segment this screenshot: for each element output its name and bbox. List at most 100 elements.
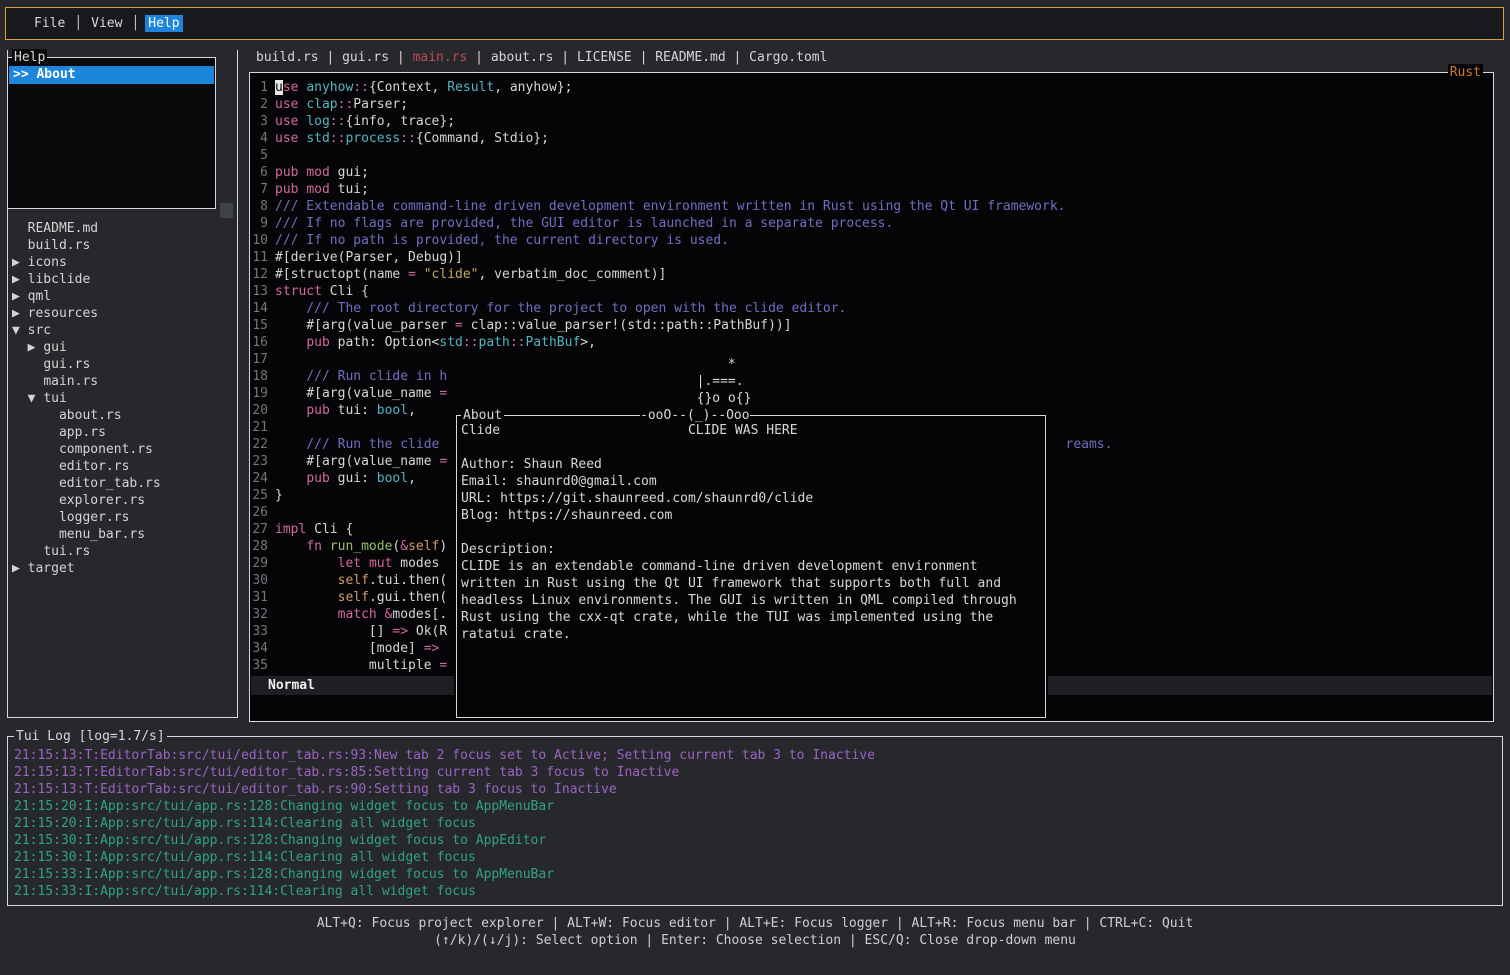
tree-item-label: qml bbox=[28, 289, 51, 304]
line-number: 3 bbox=[252, 113, 268, 130]
menu-item-view[interactable]: View bbox=[88, 15, 125, 32]
line-number: 2 bbox=[252, 96, 268, 113]
menu-item-file[interactable]: File bbox=[31, 15, 68, 32]
log-entries: 21:15:13:T:EditorTab:src/tui/editor_tab.… bbox=[14, 747, 875, 900]
line-number: 7 bbox=[252, 181, 268, 198]
tree-item-gui-rs[interactable]: gui.rs bbox=[12, 356, 235, 373]
editor-tab-license[interactable]: LICENSE bbox=[577, 50, 632, 65]
tree-item-resources[interactable]: ▶ resources bbox=[12, 305, 235, 322]
tree-item-explorer-rs[interactable]: explorer.rs bbox=[12, 492, 235, 509]
tree-item-qml[interactable]: ▶ qml bbox=[12, 288, 235, 305]
tree-item-label: gui.rs bbox=[43, 357, 90, 372]
tree-item-readme-md[interactable]: README.md bbox=[12, 220, 235, 237]
line-number: 14 bbox=[252, 300, 268, 317]
file-tree[interactable]: README.md build.rs▶ icons▶ libclide▶ qml… bbox=[12, 220, 235, 577]
code-line: 7pub mod tui; bbox=[252, 181, 1491, 198]
editor-mode-label: Normal bbox=[268, 678, 315, 693]
editor-tab-cargo-toml[interactable]: Cargo.toml bbox=[749, 50, 827, 65]
code-line: 13struct Cli { bbox=[252, 283, 1491, 300]
tree-item-label: tui.rs bbox=[43, 544, 90, 559]
code-line: 9/// If no flags are provided, the GUI e… bbox=[252, 215, 1491, 232]
editor-tab-readme-md[interactable]: README.md bbox=[655, 50, 725, 65]
log-entry: 21:15:30:I:App:src/tui/app.rs:114:Cleari… bbox=[14, 849, 875, 866]
shortcut-help-line-2: (↑/k)/(↓/j): Select option | Enter: Choo… bbox=[0, 932, 1510, 949]
tree-item-editor-tab-rs[interactable]: editor_tab.rs bbox=[12, 475, 235, 492]
folder-expanded-icon: ▼ bbox=[28, 391, 44, 406]
editor-tab-build-rs[interactable]: build.rs bbox=[256, 50, 319, 65]
tree-item-build-rs[interactable]: build.rs bbox=[12, 237, 235, 254]
tree-item-libclide[interactable]: ▶ libclide bbox=[12, 271, 235, 288]
tree-item-component-rs[interactable]: component.rs bbox=[12, 441, 235, 458]
line-number: 5 bbox=[252, 147, 268, 164]
line-number: 23 bbox=[252, 453, 268, 470]
tree-item-main-rs[interactable]: main.rs bbox=[12, 373, 235, 390]
tree-item-about-rs[interactable]: about.rs bbox=[12, 407, 235, 424]
code-line: 11#[derive(Parser, Debug)] bbox=[252, 249, 1491, 266]
folder-collapsed-icon: ▶ bbox=[12, 306, 28, 321]
tree-item-label: app.rs bbox=[59, 425, 106, 440]
code-line: 5 bbox=[252, 147, 1491, 164]
editor-tab-about-rs[interactable]: about.rs bbox=[491, 50, 554, 65]
shortcut-help-line-1: ALT+Q: Focus project explorer | ALT+W: F… bbox=[0, 915, 1510, 932]
log-entry: 21:15:13:T:EditorTab:src/tui/editor_tab.… bbox=[14, 764, 875, 781]
folder-expanded-icon: ▼ bbox=[12, 323, 28, 338]
line-number: 21 bbox=[252, 419, 268, 436]
tree-item-app-rs[interactable]: app.rs bbox=[12, 424, 235, 441]
tui-log-panel: Tui Log [log=1.7/s] 21:15:13:T:EditorTab… bbox=[7, 736, 1503, 906]
menu-bar: File│View│Help bbox=[5, 7, 1504, 40]
line-number: 10 bbox=[252, 232, 268, 249]
help-dropdown-item-about[interactable]: >> About bbox=[9, 66, 214, 84]
tab-separator: | bbox=[389, 50, 412, 65]
line-number: 34 bbox=[252, 640, 268, 657]
tree-item-label: about.rs bbox=[59, 408, 122, 423]
tree-item-label: build.rs bbox=[28, 238, 91, 253]
tree-item-label: target bbox=[28, 561, 75, 576]
log-entry: 21:15:20:I:App:src/tui/app.rs:114:Cleari… bbox=[14, 815, 875, 832]
tree-item-src[interactable]: ▼ src bbox=[12, 322, 235, 339]
tab-separator: | bbox=[553, 50, 576, 65]
tree-item-tui[interactable]: ▼ tui bbox=[12, 390, 235, 407]
text-cursor: u bbox=[275, 80, 283, 95]
tree-item-label: src bbox=[28, 323, 51, 338]
tree-item-label: libclide bbox=[28, 272, 91, 287]
editor-tab-main-rs[interactable]: main.rs bbox=[413, 50, 468, 65]
tree-item-editor-rs[interactable]: editor.rs bbox=[12, 458, 235, 475]
line-number: 27 bbox=[252, 521, 268, 538]
line-number: 4 bbox=[252, 130, 268, 147]
tab-separator: | bbox=[726, 50, 749, 65]
line-number: 16 bbox=[252, 334, 268, 351]
tree-item-label: main.rs bbox=[43, 374, 98, 389]
editor-tab-gui-rs[interactable]: gui.rs bbox=[342, 50, 389, 65]
line-number: 28 bbox=[252, 538, 268, 555]
help-dropdown-title: Help bbox=[12, 49, 47, 66]
code-line: 14 /// The root directory for the projec… bbox=[252, 300, 1491, 317]
tree-item-label: explorer.rs bbox=[59, 493, 145, 508]
code-line: 6pub mod gui; bbox=[252, 164, 1491, 181]
tree-item-gui[interactable]: ▶ gui bbox=[12, 339, 235, 356]
about-dialog: About -ooO--(_)--Ooo Clide CLIDE WAS HER… bbox=[456, 415, 1046, 718]
menu-item-help[interactable]: Help bbox=[145, 15, 182, 32]
line-number: 35 bbox=[252, 657, 268, 674]
line-number: 25 bbox=[252, 487, 268, 504]
line-number: 9 bbox=[252, 215, 268, 232]
folder-collapsed-icon: ▶ bbox=[12, 289, 28, 304]
tree-item-icons[interactable]: ▶ icons bbox=[12, 254, 235, 271]
app-window: File│View│Help README.md build.rs▶ icons… bbox=[0, 0, 1510, 975]
tree-item-menu-bar-rs[interactable]: menu_bar.rs bbox=[12, 526, 235, 543]
line-number: 6 bbox=[252, 164, 268, 181]
log-entry: 21:15:33:I:App:src/tui/app.rs:114:Cleari… bbox=[14, 883, 875, 900]
tab-separator: | bbox=[319, 50, 342, 65]
tree-item-tui-rs[interactable]: tui.rs bbox=[12, 543, 235, 560]
line-number: 30 bbox=[252, 572, 268, 589]
code-line: 10/// If no path is provided, the curren… bbox=[252, 232, 1491, 249]
tree-item-logger-rs[interactable]: logger.rs bbox=[12, 509, 235, 526]
tree-item-target[interactable]: ▶ target bbox=[12, 560, 235, 577]
code-line: 16 pub path: Option<std::path::PathBuf>, bbox=[252, 334, 1491, 351]
line-number: 8 bbox=[252, 198, 268, 215]
menu-separator: │ bbox=[131, 15, 139, 32]
log-entry: 21:15:33:I:App:src/tui/app.rs:128:Changi… bbox=[14, 866, 875, 883]
about-ascii-art: * |.===. {}o o{} bbox=[454, 356, 751, 407]
tree-item-label: gui bbox=[43, 340, 66, 355]
folder-collapsed-icon: ▶ bbox=[12, 255, 28, 270]
explorer-scrollbar-thumb[interactable] bbox=[220, 203, 233, 218]
